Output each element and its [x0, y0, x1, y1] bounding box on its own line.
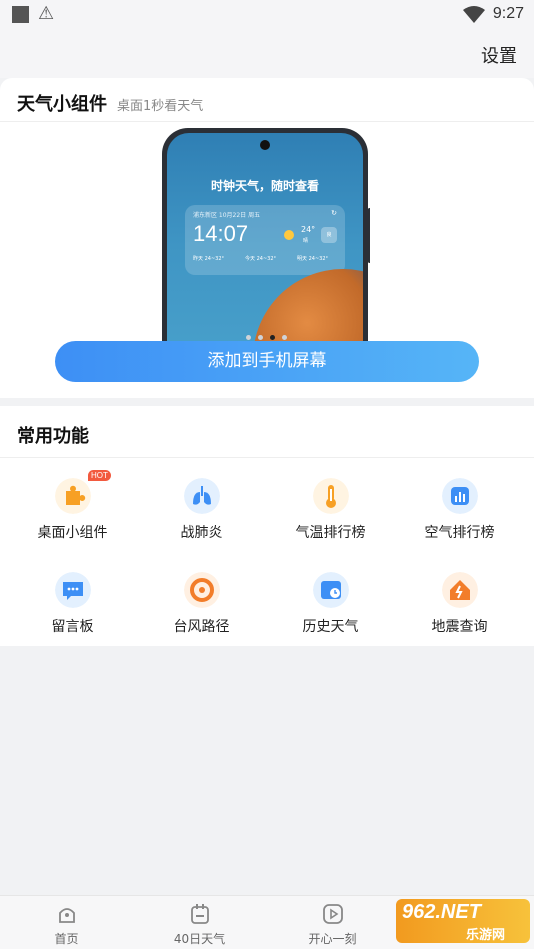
function-fight-pneumonia[interactable]: 战肺炎 [135, 478, 268, 558]
settings-button[interactable]: 设置 [481, 42, 517, 68]
warning-icon: ⚠ [38, 3, 55, 24]
add-to-home-screen-button[interactable]: 添加到手机屏幕 [55, 341, 479, 382]
functions-card: 常用功能 HOT 桌面小组件 战肺炎 气温排行榜 空气排行榜 留言板 台风路径 … [0, 406, 534, 646]
earthquake-icon [441, 572, 478, 608]
function-message-board[interactable]: 留言板 [6, 572, 139, 652]
status-bar: ⚠ 9:27 [0, 0, 534, 30]
function-label: 桌面小组件 [37, 525, 108, 541]
widget-aqi: 良 [321, 227, 337, 243]
tab-home[interactable]: 首页 [0, 896, 133, 949]
widget-condition: 晴 [303, 238, 309, 244]
function-air-ranking[interactable]: 空气排行榜 [393, 478, 526, 558]
camera-hole [260, 140, 270, 150]
thermometer-icon [312, 478, 349, 514]
function-label: 历史天气 [302, 619, 359, 635]
top-bar: 设置 [0, 30, 534, 78]
lungs-icon [183, 478, 220, 514]
sun-icon [284, 230, 294, 240]
widget-card: 天气小组件 桌面1秒看天气 时钟天气，随时查看 浦东新区 10月22日 周五 ↻… [0, 78, 534, 398]
carousel-dot-active[interactable] [270, 335, 275, 340]
tab-label: 首页 [54, 932, 79, 946]
wifi-icon [463, 6, 485, 23]
widget-location: 浦东新区 10月22日 周五 [193, 212, 261, 219]
history-icon [312, 572, 349, 608]
tab-label: 开心一刻 [308, 932, 357, 946]
home-icon [58, 908, 75, 923]
function-label: 空气排行榜 [424, 525, 495, 541]
forecast-day: 今天 24~32° [245, 256, 277, 262]
puzzle-icon [54, 478, 91, 514]
message-board-icon [54, 572, 91, 608]
function-desktop-widget[interactable]: HOT 桌面小组件 [6, 470, 139, 558]
function-earthquake-query[interactable]: 地震查询 [393, 572, 526, 652]
refresh-icon: ↻ [331, 209, 337, 217]
carousel-dot[interactable] [258, 335, 263, 340]
carousel-dot[interactable] [282, 335, 287, 340]
widget-temperature: 24° [301, 225, 316, 234]
watermark-text: 962.NET [402, 901, 481, 923]
function-typhoon-path[interactable]: 台风路径 [135, 572, 268, 652]
phone-side-button [368, 208, 370, 263]
functions-card-title: 常用功能 [17, 426, 89, 447]
function-label: 台风路径 [173, 619, 230, 635]
widget-card-subtitle: 桌面1秒看天气 [117, 99, 204, 114]
tab-40-day-weather[interactable]: 40日天气 [133, 896, 266, 949]
calendar-icon [190, 904, 209, 924]
function-label: 地震查询 [431, 619, 488, 635]
clock-weather-widget: 浦东新区 10月22日 周五 ↻ 14:07 24° 晴 良 昨天 24~32°… [185, 205, 345, 275]
widget-time: 14:07 [193, 221, 249, 246]
air-chart-icon [441, 478, 478, 514]
carousel-dot[interactable] [246, 335, 251, 340]
preview-headline: 时钟天气，随时查看 [210, 179, 319, 193]
typhoon-icon [183, 572, 220, 608]
hot-badge: HOT [88, 470, 111, 481]
function-temperature-ranking[interactable]: 气温排行榜 [264, 478, 397, 558]
notification-square-icon [12, 6, 29, 23]
status-time: 9:27 [492, 5, 524, 22]
forecast-day: 昨天 24~32° [193, 256, 225, 262]
watermark-text: 乐游网 [466, 928, 506, 943]
widget-card-title: 天气小组件 [17, 94, 107, 115]
tab-label: 40日天气 [173, 932, 226, 946]
play-icon [322, 904, 343, 924]
function-historical-weather[interactable]: 历史天气 [264, 572, 397, 652]
function-label: 战肺炎 [180, 525, 223, 541]
forecast-day: 明天 24~32° [297, 256, 329, 262]
divider [0, 121, 534, 122]
tab-happy-moment[interactable]: 开心一刻 [266, 896, 399, 949]
site-watermark-logo: 962.NET 乐游网 [396, 899, 530, 943]
divider [0, 457, 534, 458]
function-label: 气温排行榜 [295, 525, 366, 541]
function-label: 留言板 [51, 619, 94, 635]
